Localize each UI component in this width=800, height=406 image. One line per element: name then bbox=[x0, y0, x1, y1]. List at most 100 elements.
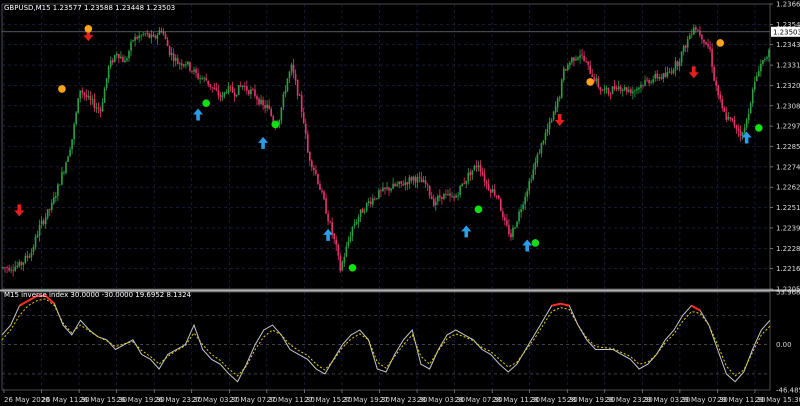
candle-body bbox=[288, 71, 291, 79]
candle-body bbox=[327, 213, 329, 222]
candle-body bbox=[231, 86, 234, 93]
candle-body bbox=[97, 107, 100, 109]
candle-body bbox=[652, 79, 654, 83]
candle-body bbox=[235, 94, 238, 97]
candle-body bbox=[625, 87, 628, 92]
candle-body bbox=[603, 89, 606, 91]
green-dot-marker bbox=[271, 120, 280, 129]
candle-body bbox=[666, 71, 669, 77]
candle-body bbox=[654, 73, 657, 79]
candle-body bbox=[436, 195, 439, 202]
candle-body bbox=[223, 92, 226, 96]
candle-body bbox=[152, 34, 155, 37]
candle-body bbox=[540, 142, 543, 154]
candle-body bbox=[42, 220, 45, 224]
candle-body bbox=[477, 165, 480, 168]
candle-body bbox=[709, 46, 711, 50]
candle-body bbox=[122, 56, 124, 62]
candle-body bbox=[729, 117, 732, 119]
candle-body bbox=[499, 199, 502, 211]
candle-body bbox=[317, 174, 319, 185]
candle-body bbox=[607, 88, 610, 94]
candle-body bbox=[308, 152, 311, 161]
candle-body bbox=[497, 195, 500, 199]
candle-body bbox=[337, 244, 340, 256]
candle-body bbox=[107, 66, 110, 79]
trading-chart: 1.236601.235451.234301.233151.232001.230… bbox=[0, 0, 800, 406]
y-tick-label: 1.23660 bbox=[776, 1, 800, 9]
candle-body bbox=[526, 191, 529, 197]
candle-body bbox=[6, 267, 8, 269]
candle-body bbox=[197, 73, 199, 79]
current-price-label: 1.23503 bbox=[773, 28, 800, 36]
candle-body bbox=[587, 61, 589, 65]
candle-body bbox=[148, 33, 151, 38]
candle-body bbox=[638, 87, 640, 90]
candle-body bbox=[221, 95, 224, 98]
candle-body bbox=[579, 55, 581, 58]
candle-body bbox=[768, 50, 770, 58]
candle-body bbox=[211, 86, 214, 88]
candle-body bbox=[292, 64, 295, 74]
candle-body bbox=[374, 198, 376, 200]
candle-body bbox=[339, 256, 342, 271]
candle-body bbox=[495, 196, 498, 197]
candle-body bbox=[414, 176, 417, 183]
candle-body bbox=[329, 221, 331, 223]
candle-body bbox=[680, 51, 683, 63]
candle-body bbox=[187, 61, 189, 65]
candle-body bbox=[14, 266, 17, 271]
candle-body bbox=[46, 209, 49, 218]
candle-body bbox=[296, 79, 299, 96]
candle-body bbox=[731, 118, 734, 121]
candle-body bbox=[536, 154, 539, 163]
green-dot-marker bbox=[755, 124, 763, 132]
candle-body bbox=[8, 267, 10, 271]
candle-body bbox=[658, 77, 661, 79]
x-tick-label: 29 May 15:30 bbox=[755, 396, 800, 404]
candle-body bbox=[597, 78, 600, 87]
candle-body bbox=[321, 190, 323, 192]
candle-body bbox=[130, 41, 132, 51]
candle-body bbox=[733, 120, 736, 126]
candle-body bbox=[558, 97, 561, 99]
candle-body bbox=[459, 185, 461, 195]
candle-body bbox=[286, 78, 289, 92]
candle-body bbox=[185, 64, 187, 66]
candle-body bbox=[109, 60, 112, 67]
green-dot-marker bbox=[474, 205, 483, 214]
candle-body bbox=[745, 119, 748, 128]
candle-body bbox=[510, 233, 512, 238]
orange-dot-marker bbox=[58, 85, 66, 93]
candle-body bbox=[357, 217, 360, 222]
candle-body bbox=[254, 89, 256, 96]
candle-body bbox=[483, 174, 486, 182]
candle-body bbox=[445, 194, 447, 196]
candle-body bbox=[640, 84, 642, 88]
candle-body bbox=[518, 211, 520, 222]
candle-body bbox=[485, 181, 488, 185]
candle-body bbox=[717, 85, 720, 95]
candle-body bbox=[93, 99, 96, 109]
candle-body bbox=[361, 208, 364, 213]
candle-body bbox=[284, 90, 287, 95]
candle-body bbox=[26, 255, 29, 258]
y-tick-label: 1.23085 bbox=[776, 102, 800, 110]
candle-body bbox=[465, 180, 468, 184]
candle-body bbox=[189, 62, 191, 71]
candle-body bbox=[12, 270, 14, 271]
candle-body bbox=[264, 104, 266, 109]
candle-body bbox=[227, 86, 230, 93]
candle-body bbox=[353, 224, 356, 227]
candle-body bbox=[424, 180, 427, 184]
candle-body bbox=[636, 88, 638, 91]
candle-body bbox=[556, 98, 559, 108]
green-dot-marker bbox=[531, 239, 540, 247]
candle-body bbox=[217, 90, 220, 96]
candle-body bbox=[451, 196, 453, 197]
candle-body bbox=[703, 39, 705, 43]
candle-body bbox=[650, 82, 652, 84]
candle-body bbox=[463, 183, 466, 185]
candle-body bbox=[721, 99, 724, 109]
candle-body bbox=[140, 35, 142, 37]
